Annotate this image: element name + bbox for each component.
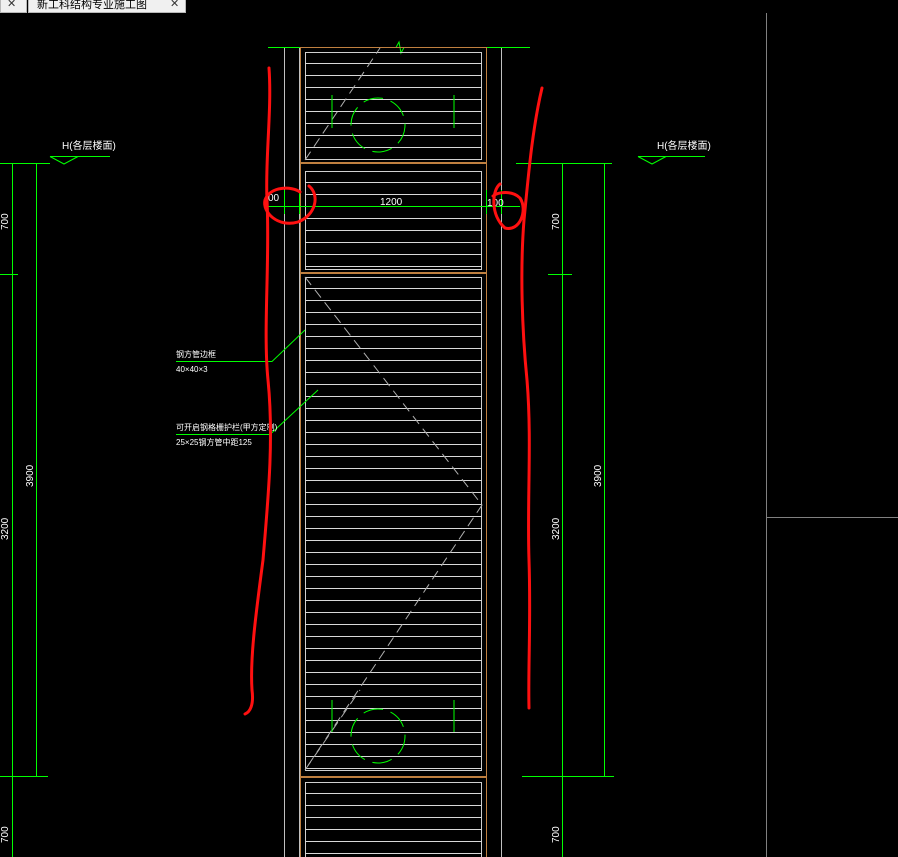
close-icon[interactable]: ✕ [170, 0, 179, 10]
dim-left-mid: 3200 [0, 517, 11, 540]
right-dimension-chain [516, 156, 705, 857]
note1-line1: 钢方管边框 [176, 349, 216, 359]
dim-left-top: 700 [0, 213, 11, 230]
tab-previous[interactable]: ✕ [0, 0, 27, 13]
floor-label-left: H(各层楼面) [62, 139, 116, 152]
note-leaders [176, 329, 319, 435]
grille-bars [305, 63, 482, 854]
viewport-border [766, 13, 898, 857]
column-rails [284, 47, 502, 857]
note2-line2: 25×25钢方管中距125 [176, 437, 252, 447]
note1-line2: 40×40×3 [176, 365, 208, 374]
dim-width-center: 1200 [380, 197, 403, 208]
dim-left-bottom: 700 [0, 826, 11, 843]
note2-line1: 可开启钢格栅护栏(甲方定制) [176, 422, 278, 432]
inner-frames [305, 52, 482, 857]
floor-label-right: H(各层楼面) [657, 139, 711, 152]
dim-right-top: 700 [551, 213, 562, 230]
tab-drawing-label: 新工科结构专业施工图 [37, 0, 147, 11]
dim-left-total: 3900 [25, 464, 36, 487]
dim-right-mid: 3200 [551, 517, 562, 540]
hinge-symbols [331, 95, 455, 764]
dim-right-bottom: 700 [551, 826, 562, 843]
close-icon[interactable]: ✕ [7, 0, 16, 10]
cad-drawing-canvas[interactable]: 1200 00 100 H(各层楼面) 700 3200 3900 700 H(… [0, 13, 898, 857]
tab-drawing[interactable]: 新工科结构专业施工图 ✕ [28, 0, 186, 13]
dim-right-total: 3900 [593, 464, 604, 487]
left-dimension-chain [0, 156, 110, 857]
tab-bar: ✕ 新工科结构专业施工图 ✕ [0, 0, 898, 13]
cad-drawing: 1200 00 100 H(各层楼面) 700 3200 3900 700 H(… [0, 13, 898, 857]
